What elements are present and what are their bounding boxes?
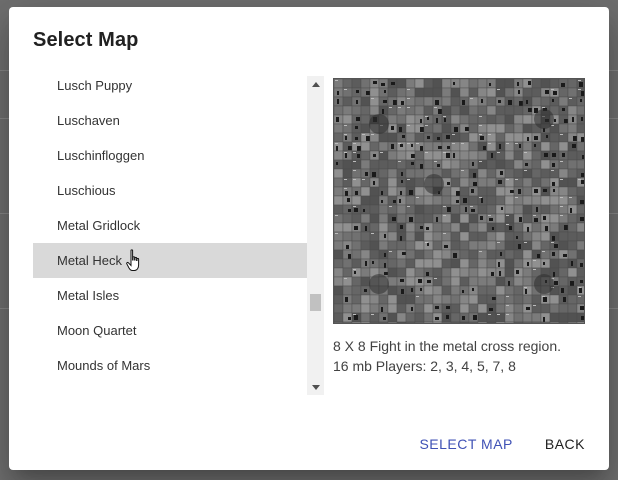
- map-list-item[interactable]: Metal Heck: [33, 243, 308, 278]
- map-list-item[interactable]: Mounds of Mars: [33, 348, 308, 383]
- map-list[interactable]: Lusch Puppy Luschaven Luschinfloggen Luschi…: [33, 76, 308, 383]
- map-list-item[interactable]: Metal Gridlock: [33, 208, 308, 243]
- map-stats-line: 16 mb Players: 2, 3, 4, 5, 7, 8: [333, 358, 516, 374]
- arrow-down-icon: [311, 384, 320, 390]
- scrollbar-thumb[interactable]: [310, 294, 321, 311]
- map-list-item[interactable]: Metal Isles: [33, 278, 308, 313]
- map-list-container[interactable]: Lusch Puppy Luschaven Luschinfloggen Luschi…: [33, 76, 325, 395]
- back-button[interactable]: BACK: [529, 426, 601, 462]
- map-list-item[interactable]: Lusch Puppy: [33, 76, 308, 103]
- arrow-up-icon: [311, 81, 320, 87]
- map-description-line: 8 X 8 Fight in the metal cross region.: [333, 338, 561, 354]
- dialog-actions: SELECT MAP BACK: [403, 418, 609, 470]
- map-description: 8 X 8 Fight in the metal cross region. 1…: [333, 336, 593, 376]
- map-preview-image: [333, 78, 585, 324]
- map-list-scrollbar[interactable]: [307, 76, 324, 395]
- select-map-button[interactable]: SELECT MAP: [403, 426, 528, 462]
- map-list-item[interactable]: Luschious: [33, 173, 308, 208]
- dialog-title: Select Map: [33, 29, 139, 51]
- select-map-dialog: Select Map Lusch Puppy Luschaven Luschinfl…: [9, 7, 609, 470]
- map-list-item[interactable]: Moon Quartet: [33, 313, 308, 348]
- scroll-down-arrow[interactable]: [307, 380, 324, 394]
- map-list-item[interactable]: Luschinfloggen: [33, 138, 308, 173]
- hand-pointer-cursor-icon: [126, 249, 140, 271]
- map-list-item[interactable]: Luschaven: [33, 103, 308, 138]
- scroll-up-arrow[interactable]: [307, 77, 324, 91]
